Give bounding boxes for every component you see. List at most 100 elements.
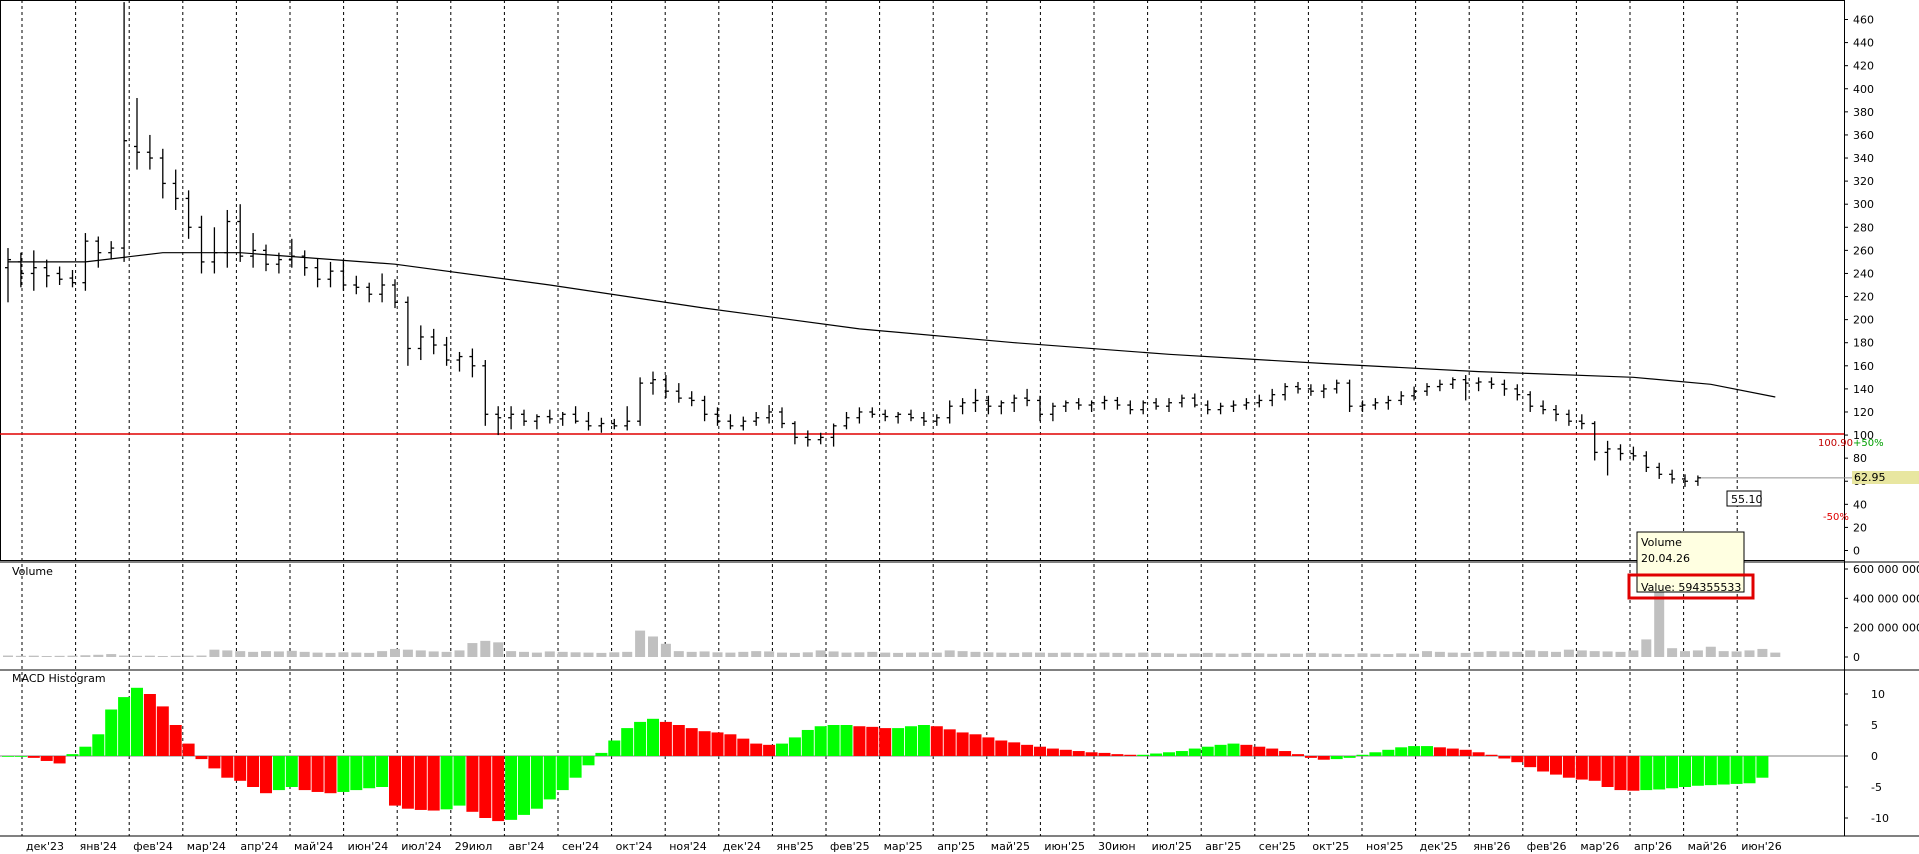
volume-title: Volume bbox=[12, 565, 53, 578]
ohlc-bar bbox=[650, 371, 656, 395]
volume-bar bbox=[738, 651, 749, 657]
macd-bar bbox=[776, 743, 788, 756]
macd-title: MACD Histogram bbox=[12, 672, 106, 685]
macd-bar bbox=[479, 756, 492, 818]
volume-bar bbox=[1164, 653, 1174, 657]
volume-bar bbox=[957, 651, 968, 657]
ohlc-bar bbox=[1643, 451, 1650, 473]
volume-bar bbox=[673, 651, 684, 657]
ohlc-bar bbox=[1488, 377, 1495, 389]
macd-bar bbox=[1034, 746, 1046, 756]
volume-bar bbox=[428, 651, 439, 657]
volume-bar bbox=[1434, 651, 1445, 657]
price-tick-label: 320 bbox=[1853, 175, 1874, 188]
macd-bar bbox=[414, 756, 427, 810]
ohlc-bar bbox=[159, 148, 166, 199]
volume-bar bbox=[918, 652, 929, 657]
price-tick-label: 440 bbox=[1853, 37, 1874, 50]
macd-bar bbox=[698, 731, 711, 756]
macd-bar bbox=[724, 734, 737, 756]
macd-bar bbox=[1304, 756, 1317, 758]
volume-bar bbox=[157, 655, 168, 657]
macd-bar bbox=[1214, 744, 1227, 756]
macd-bar bbox=[14, 756, 27, 757]
volume-bar bbox=[1138, 652, 1149, 657]
volume-bar bbox=[1151, 652, 1162, 657]
macd-bar bbox=[569, 756, 582, 778]
price-tick-label: 220 bbox=[1853, 291, 1874, 304]
macd-bar bbox=[1550, 756, 1562, 775]
macd-bar bbox=[1085, 752, 1098, 756]
volume-bar bbox=[338, 652, 349, 657]
ohlc-bar bbox=[379, 273, 386, 303]
volume-bar bbox=[15, 655, 26, 657]
ohlc-bar bbox=[185, 190, 192, 239]
macd-bar bbox=[79, 746, 92, 756]
macd-bar bbox=[982, 737, 995, 756]
ohlc-bar bbox=[1166, 398, 1172, 412]
macd-bar bbox=[788, 737, 801, 756]
macd-panel: MACD Histogram bbox=[0, 672, 1844, 822]
macd-bar bbox=[324, 756, 337, 794]
volume-bar bbox=[415, 650, 426, 657]
macd-bar bbox=[337, 756, 350, 792]
ohlc-bar bbox=[1359, 400, 1366, 412]
volume-bar bbox=[93, 654, 104, 657]
ohlc-bar bbox=[1540, 400, 1547, 415]
macd-bar bbox=[1201, 746, 1214, 756]
price-tick-label: 40 bbox=[1853, 498, 1867, 511]
grid-layer bbox=[21, 0, 1738, 836]
volume-bar bbox=[1344, 654, 1355, 657]
x-tick-label: авг'25 bbox=[1205, 840, 1241, 853]
ohlc-bar bbox=[1024, 388, 1031, 407]
volume-bar bbox=[622, 651, 633, 657]
macd-bar bbox=[40, 756, 53, 761]
volume-bar bbox=[506, 651, 517, 657]
macd-bar bbox=[763, 744, 776, 756]
macd-bar bbox=[943, 729, 956, 756]
macd-bar bbox=[1408, 746, 1421, 756]
ohlc-bar bbox=[417, 325, 424, 361]
x-tick-label: ноя'25 bbox=[1366, 840, 1404, 853]
volume-bar bbox=[1357, 653, 1368, 657]
ohlc-bar bbox=[830, 423, 837, 447]
volume-bar bbox=[1422, 651, 1432, 657]
macd-bar bbox=[440, 756, 453, 810]
volume-bar bbox=[1538, 651, 1549, 657]
volume-bar bbox=[970, 651, 981, 657]
volume-bar bbox=[364, 652, 375, 657]
ohlc-bar bbox=[1449, 377, 1456, 389]
volume-bar bbox=[1022, 652, 1033, 657]
ohlc-bar bbox=[1178, 394, 1185, 408]
ohlc-bar bbox=[1346, 379, 1353, 412]
ohlc-bar bbox=[856, 407, 863, 424]
macd-bar bbox=[1691, 756, 1704, 786]
volume-bar bbox=[906, 652, 916, 657]
ohlc-bar bbox=[301, 250, 308, 276]
volume-bar bbox=[1705, 646, 1716, 657]
ohlc-bar bbox=[727, 414, 734, 430]
ohlc-bar bbox=[404, 296, 411, 366]
macd-bar bbox=[1382, 749, 1395, 756]
x-tick-label: мар'24 bbox=[187, 840, 226, 853]
volume-bar bbox=[1280, 653, 1291, 657]
macd-bar bbox=[285, 756, 298, 787]
volume-bar bbox=[183, 655, 194, 657]
ohlc-bar bbox=[430, 328, 437, 355]
volume-bar bbox=[1680, 651, 1690, 657]
ohlc-bar bbox=[1153, 398, 1160, 410]
ohlc-bar bbox=[637, 377, 644, 426]
ohlc-bar bbox=[611, 418, 618, 430]
macd-bar bbox=[801, 729, 814, 756]
volume-bar bbox=[544, 651, 555, 657]
ohlc-bar bbox=[843, 411, 850, 430]
x-tick-label: янв'24 bbox=[80, 840, 117, 853]
macd-bar bbox=[105, 709, 118, 756]
volume-bar bbox=[789, 652, 800, 657]
x-tick-label: апр'25 bbox=[937, 840, 975, 853]
volume-bar bbox=[1757, 648, 1768, 657]
volume-bar bbox=[1770, 652, 1781, 657]
ohlc-bar bbox=[1617, 444, 1624, 461]
macd-bar bbox=[1072, 751, 1085, 756]
ohlc-bar bbox=[1411, 386, 1418, 401]
